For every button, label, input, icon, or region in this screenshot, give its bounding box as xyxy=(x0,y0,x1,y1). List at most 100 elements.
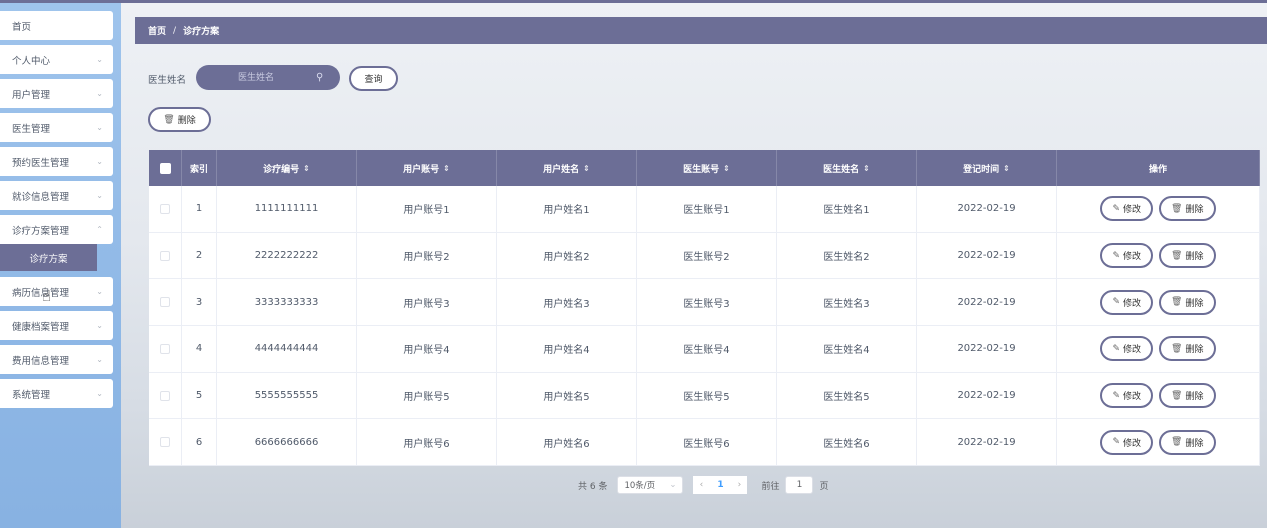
delete-label: 删除 xyxy=(1185,205,1204,216)
cell-date-text: 2022-02-19 xyxy=(957,390,1016,402)
sort-icon[interactable]: ⇕ xyxy=(1003,164,1010,173)
prev-page-button[interactable]: ‹ xyxy=(693,476,710,494)
edit-button[interactable]: ✎ 修改 xyxy=(1100,289,1154,315)
sort-icon[interactable]: ⇕ xyxy=(583,164,590,173)
column-header-date[interactable]: 登记时间 ⇕ xyxy=(917,150,1057,186)
delete-button[interactable]: 🗑 删除 xyxy=(1159,243,1216,269)
sidebar-item-label: 费用信息管理 xyxy=(12,355,70,367)
sidebar-item-treatment-plan-management[interactable]: 诊疗方案管理 ⌃ xyxy=(0,215,113,244)
pencil-icon: ✎ xyxy=(1112,437,1121,448)
delete-button[interactable]: 🗑 删除 xyxy=(1159,429,1216,455)
search-field[interactable]: ⚲ xyxy=(196,65,340,90)
sidebar-item-doctor-management[interactable]: 医生管理 ⌄ xyxy=(0,113,113,142)
batch-delete-button[interactable]: 🗑 删除 xyxy=(148,107,211,132)
delete-button[interactable]: 🗑 删除 xyxy=(1159,383,1216,409)
cell-date: 2022-02-19 xyxy=(917,419,1057,466)
cell-doctor-name-text: 医生姓名2 xyxy=(823,252,870,264)
table-header: 索引 诊疗编号 ⇕ 用户账号 ⇕ 用户姓名 ⇕ 医生账号 ⇕ 医生姓名 ⇕ 登记时间 ⇕ 操… xyxy=(149,150,1260,186)
row-checkbox[interactable] xyxy=(160,297,170,308)
edit-button[interactable]: ✎ 修改 xyxy=(1100,243,1154,269)
sidebar-item-medical-record-management[interactable]: 病历信息管理 ⌄ xyxy=(0,277,113,306)
column-header-label: 用户姓名 xyxy=(543,164,580,175)
column-header-label: 诊疗编号 xyxy=(263,164,300,175)
sidebar-item-label: 诊疗方案管理 xyxy=(12,225,70,237)
sidebar-item-user-management[interactable]: 用户管理 ⌄ xyxy=(0,79,113,108)
cell-index-text: 6 xyxy=(195,436,203,448)
row-checkbox[interactable] xyxy=(160,343,170,354)
chevron-down-icon: ⌄ xyxy=(96,89,103,98)
cell-user-account: 用户账号4 xyxy=(357,326,497,372)
column-header-user-account[interactable]: 用户账号 ⇕ xyxy=(357,150,497,186)
sidebar-item-label: 预约医生管理 xyxy=(12,157,70,169)
cell-date: 2022-02-19 xyxy=(917,279,1057,326)
sidebar-item-personal-center[interactable]: 个人中心 ⌄ xyxy=(0,45,113,74)
next-page-button[interactable]: › xyxy=(731,476,748,494)
edit-button[interactable]: ✎ 修改 xyxy=(1100,383,1154,409)
trash-icon: 🗑 xyxy=(1171,297,1183,308)
row-checkbox[interactable] xyxy=(160,437,170,448)
column-header-user-name[interactable]: 用户姓名 ⇕ xyxy=(497,150,637,186)
cell-date-text: 2022-02-19 xyxy=(957,436,1016,448)
cell-code-text: 4444444444 xyxy=(254,343,319,355)
sidebar-subitem-treatment-plan[interactable]: 诊疗方案 xyxy=(0,244,97,271)
top-accent-bar xyxy=(0,0,1267,3)
cell-index-text: 1 xyxy=(195,203,203,215)
edit-button[interactable]: ✎ 修改 xyxy=(1100,429,1154,455)
cell-index-text: 4 xyxy=(195,343,203,355)
row-actions: ✎ 修改 🗑 删除 xyxy=(1057,372,1260,419)
sort-icon[interactable]: ⇕ xyxy=(863,164,870,173)
cell-doctor-account-text: 医生账号1 xyxy=(683,205,730,217)
edit-button[interactable]: ✎ 修改 xyxy=(1100,336,1154,362)
page-number-current[interactable]: 1 xyxy=(709,476,732,494)
goto-page-input[interactable]: 1 xyxy=(785,476,814,494)
column-header-doctor-name[interactable]: 医生姓名 ⇕ xyxy=(777,150,917,186)
breadcrumb-home[interactable]: 首页 xyxy=(148,24,166,37)
cell-code: 1111111111 xyxy=(217,186,357,232)
cell-user-name: 用户姓名5 xyxy=(497,372,637,419)
sidebar-item-system-management[interactable]: 系统管理 ⌄ xyxy=(0,379,113,408)
pencil-icon: ✎ xyxy=(1112,343,1121,354)
delete-button[interactable]: 🗑 删除 xyxy=(1159,196,1216,222)
cell-user-account-text: 用户账号1 xyxy=(403,205,450,217)
page-size-value: 10条/页 xyxy=(624,481,656,491)
query-button[interactable]: 查询 xyxy=(349,66,398,91)
sidebar-item-fee-management[interactable]: 费用信息管理 ⌄ xyxy=(0,345,113,374)
sidebar-item-label: 就诊信息管理 xyxy=(12,191,70,203)
edit-button[interactable]: ✎ 修改 xyxy=(1100,196,1154,222)
sort-icon[interactable]: ⇕ xyxy=(303,164,310,173)
sidebar-item-home[interactable]: 首页 xyxy=(0,11,113,40)
column-header-doctor-account[interactable]: 医生账号 ⇕ xyxy=(637,150,777,186)
sidebar-item-health-file-management[interactable]: 健康档案管理 ⌄ xyxy=(0,311,113,340)
table-row: 6 6666666666 用户账号6 用户姓名6 医生账号6 医生姓名6 2022-02-1… xyxy=(149,419,1260,467)
table-row: 3 3333333333 用户账号3 用户姓名3 医生账号3 医生姓名3 2022-02-1… xyxy=(149,279,1260,327)
search-input[interactable] xyxy=(196,65,316,90)
cell-date-text: 2022-02-19 xyxy=(957,296,1016,308)
edit-label: 修改 xyxy=(1123,298,1142,309)
delete-button[interactable]: 🗑 删除 xyxy=(1159,289,1216,315)
cell-doctor-name-text: 医生姓名6 xyxy=(823,438,870,450)
batch-delete-label: 删除 xyxy=(177,116,196,126)
row-checkbox[interactable] xyxy=(160,203,170,214)
cell-user-name: 用户姓名6 xyxy=(497,419,637,466)
cell-user-account-text: 用户账号6 xyxy=(403,438,450,450)
row-actions: ✎ 修改 🗑 删除 xyxy=(1057,186,1260,232)
pencil-icon: ✎ xyxy=(1112,250,1121,261)
sidebar-item-appointment-management[interactable]: 预约医生管理 ⌄ xyxy=(0,147,113,176)
select-all-checkbox[interactable] xyxy=(159,162,171,174)
cell-user-name-text: 用户姓名1 xyxy=(543,205,590,217)
hand-cursor-icon: ☝ xyxy=(42,287,52,305)
delete-button[interactable]: 🗑 删除 xyxy=(1159,336,1216,362)
chevron-down-icon: ⌄ xyxy=(96,287,103,296)
column-header-label: 医生姓名 xyxy=(823,164,860,175)
sort-icon[interactable]: ⇕ xyxy=(723,164,730,173)
sidebar-item-visit-management[interactable]: 就诊信息管理 ⌄ xyxy=(0,181,113,210)
column-header-code[interactable]: 诊疗编号 ⇕ xyxy=(217,150,357,186)
cell-doctor-account: 医生账号3 xyxy=(637,279,777,326)
row-checkbox[interactable] xyxy=(160,250,170,261)
trash-icon: 🗑 xyxy=(1171,390,1183,401)
sort-icon[interactable]: ⇕ xyxy=(443,164,450,173)
row-select-cell xyxy=(149,326,182,372)
row-checkbox[interactable] xyxy=(160,390,170,401)
cell-user-name: 用户姓名4 xyxy=(497,326,637,372)
page-size-select[interactable]: 10条/页 ⌄ xyxy=(617,476,684,494)
